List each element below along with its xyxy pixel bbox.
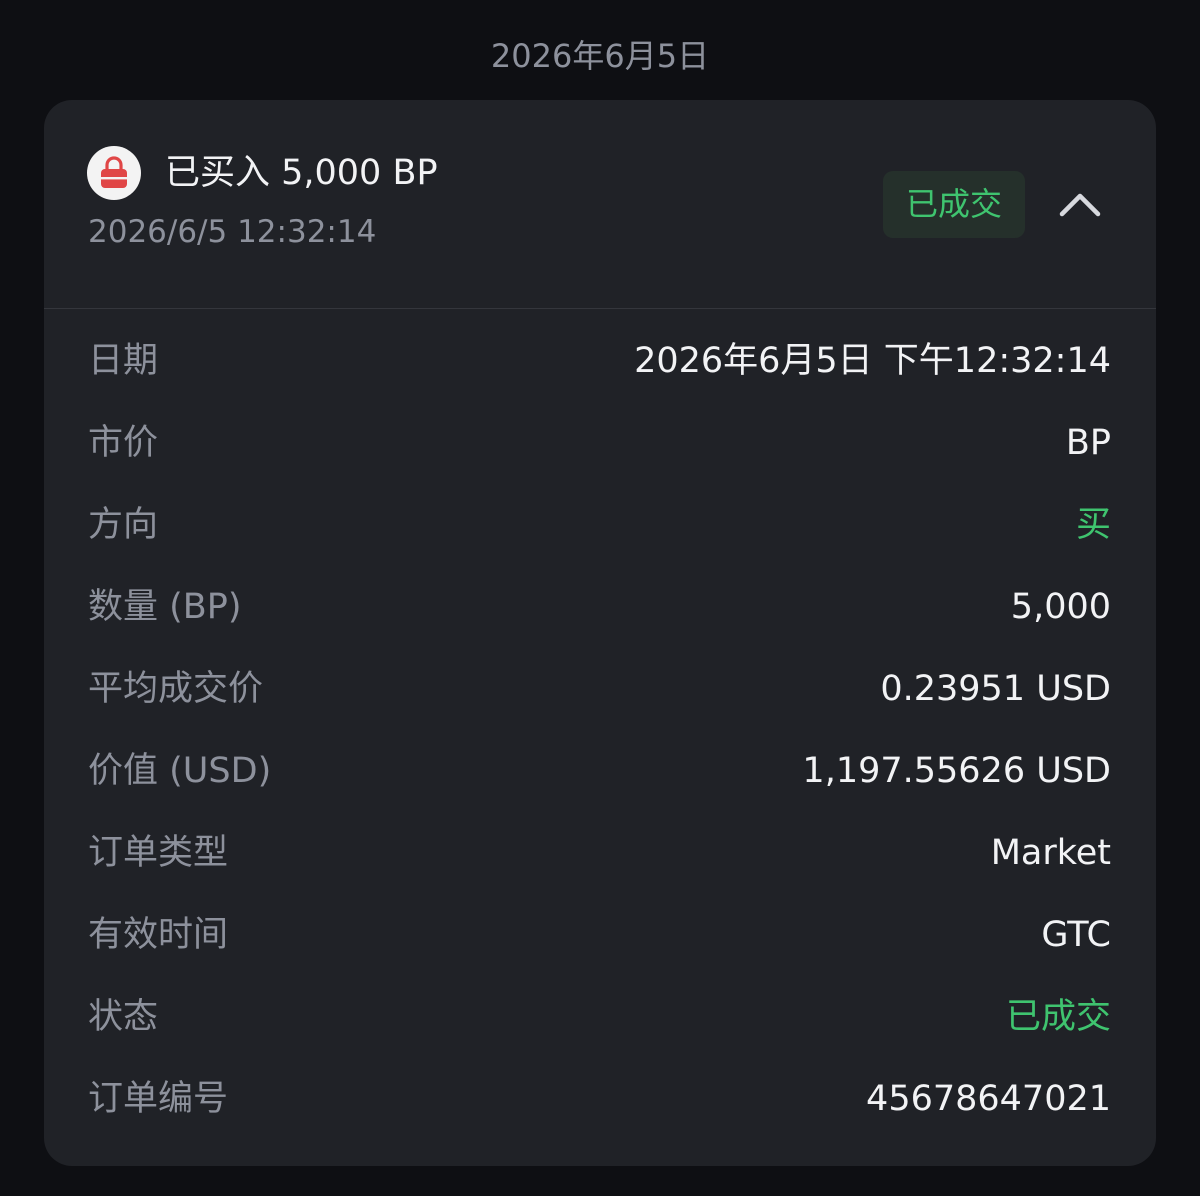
detail-value: GTC <box>1041 915 1111 955</box>
chevron-up-icon <box>1059 193 1101 217</box>
detail-label: 方向 <box>88 505 159 545</box>
detail-value: 5,000 <box>1010 587 1111 627</box>
detail-label: 数量 (BP) <box>88 587 242 627</box>
detail-value: 1,197.55626 USD <box>802 751 1111 791</box>
detail-label: 平均成交价 <box>88 669 264 709</box>
detail-row-order-id: 订单编号 45678647021 <box>44 1058 1156 1140</box>
detail-row-market: 市价 BP <box>44 402 1156 484</box>
detail-value: 买 <box>1075 505 1111 545</box>
detail-row-date: 日期 2026年6月5日 下午12:32:14 <box>44 320 1156 402</box>
detail-row-order-type: 订单类型 Market <box>44 812 1156 894</box>
collapse-toggle[interactable] <box>1054 182 1106 226</box>
order-card: 已买入 5,000 BP 2026/6/5 12:32:14 已成交 日期 20… <box>44 100 1156 1166</box>
detail-row-avg-price: 平均成交价 0.23951 USD <box>44 648 1156 730</box>
detail-label: 订单类型 <box>88 833 229 873</box>
order-id-value[interactable]: 45678647021 <box>866 1058 1111 1140</box>
detail-label: 市价 <box>88 423 159 463</box>
detail-label: 价值 (USD) <box>88 751 272 791</box>
detail-value: 已成交 <box>1005 997 1111 1037</box>
order-title: 已买入 5,000 BP <box>165 153 438 193</box>
detail-row-status: 状态 已成交 <box>44 976 1156 1058</box>
order-summary[interactable]: 已买入 5,000 BP 2026/6/5 12:32:14 已成交 <box>44 100 1156 309</box>
detail-row-total-value: 价值 (USD) 1,197.55626 USD <box>44 730 1156 812</box>
detail-label: 订单编号 <box>88 1079 229 1119</box>
order-details: 日期 2026年6月5日 下午12:32:14 市价 BP 方向 买 数量 (B… <box>44 320 1156 1140</box>
detail-value: 2026年6月5日 下午12:32:14 <box>634 341 1111 381</box>
detail-row-quantity: 数量 (BP) 5,000 <box>44 566 1156 648</box>
status-badge: 已成交 <box>883 171 1025 238</box>
detail-row-side: 方向 买 <box>44 484 1156 566</box>
detail-row-time-in-force: 有效时间 GTC <box>44 894 1156 976</box>
padlock-icon <box>101 156 127 188</box>
order-timestamp: 2026/6/5 12:32:14 <box>88 214 377 250</box>
detail-value: Market <box>990 833 1111 873</box>
detail-value: BP <box>1065 423 1111 463</box>
detail-label: 日期 <box>88 341 159 381</box>
detail-value: 0.23951 USD <box>880 669 1111 709</box>
asset-avatar <box>87 146 141 200</box>
date-header: 2026年6月5日 <box>490 37 710 75</box>
detail-label: 状态 <box>88 997 159 1037</box>
detail-label: 有效时间 <box>88 915 229 955</box>
